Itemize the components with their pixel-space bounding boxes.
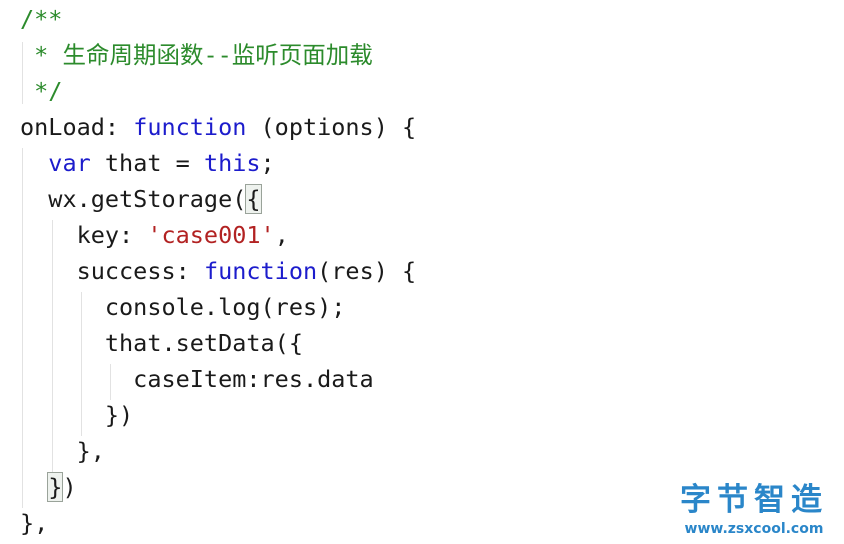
- keyword-token: function: [203, 257, 318, 285]
- code-line-14: }): [20, 469, 77, 505]
- keyword-token: this: [203, 149, 261, 177]
- code-token: ): [62, 473, 77, 501]
- watermark-title: 字节智造: [680, 482, 828, 518]
- code-line-7: key: 'case001',: [20, 217, 289, 253]
- code-line-10: that.setData({: [20, 329, 303, 357]
- watermark-url: www.zsxcool.com: [684, 521, 824, 537]
- code-line-9: console.log(res);: [20, 293, 346, 321]
- code-line-1: /**: [20, 5, 63, 33]
- code-line-15: },: [20, 509, 49, 537]
- code-line-12: }): [20, 401, 134, 429]
- code-line-6: wx.getStorage({: [20, 181, 262, 217]
- code-line-5: var that = this;: [20, 145, 275, 181]
- code-line-13: },: [20, 437, 105, 465]
- code-line-3: */: [20, 77, 63, 105]
- code-token: that =: [90, 149, 204, 177]
- string-token: 'case001': [147, 221, 275, 249]
- code-editor[interactable]: /** * 生命周期函数--监听页面加载 */ onLoad: function…: [0, 0, 844, 544]
- matched-brace: {: [245, 184, 262, 214]
- code-token: (res) {: [317, 257, 417, 285]
- matched-brace: }: [47, 472, 64, 502]
- code-token: onLoad:: [20, 113, 134, 141]
- watermark-logo: 字节智造 www.zsxcool.com: [668, 482, 840, 542]
- code-token: ;: [260, 149, 275, 177]
- code-line-8: success: function(res) {: [20, 253, 417, 289]
- code-token: wx.getStorage(: [20, 185, 247, 213]
- keyword-token: function: [133, 113, 247, 141]
- code-token: key:: [20, 221, 148, 249]
- keyword-token: var: [48, 149, 91, 177]
- code-line-11: caseItem:res.data: [20, 365, 374, 393]
- code-line-2: * 生命周期函数--监听页面加载: [20, 41, 373, 69]
- code-token: (options) {: [246, 113, 417, 141]
- code-line-4: onLoad: function (options) {: [20, 109, 416, 145]
- code-token: success:: [20, 257, 204, 285]
- code-token: ,: [274, 221, 289, 249]
